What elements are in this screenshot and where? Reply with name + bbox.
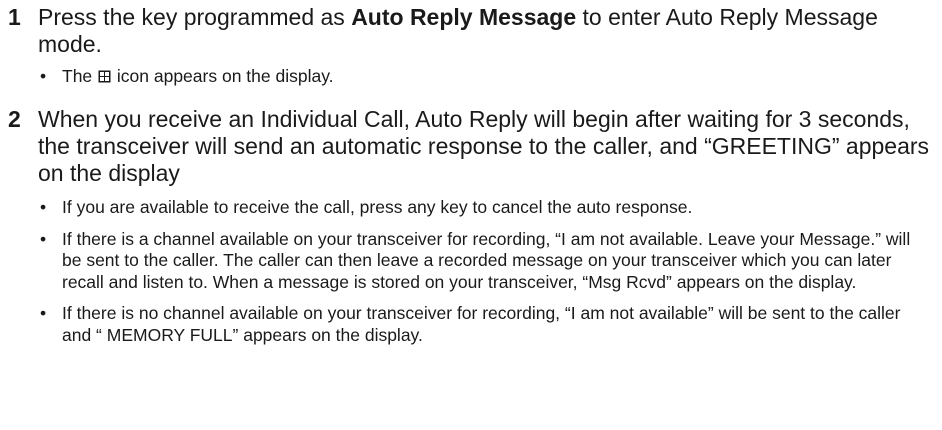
step-2-bullet-text: If there is no channel available on your… <box>62 303 901 345</box>
bullet-dot: • <box>40 303 47 323</box>
step-1-bullet-after: icon appears on the display. <box>112 66 334 86</box>
step-1-number: 1 <box>8 4 21 30</box>
step-2-bullet: • If there is a channel available on your… <box>38 229 934 294</box>
step-1-bullet: • The icon appears on the display. <box>38 66 934 88</box>
step-1-bullet-before: The <box>62 66 98 86</box>
step-2-number: 2 <box>8 106 21 132</box>
step-1-text-before: Press the key programmed as <box>38 4 352 30</box>
step-2-bullet-text: If there is a channel available on your … <box>62 228 911 292</box>
step-1-text: Press the key programmed as Auto Reply M… <box>38 4 934 58</box>
document-page: 1 Press the key programmed as Auto Reply… <box>0 0 942 430</box>
step-2: 2 When you receive an Individual Call, A… <box>8 106 934 187</box>
bullet-dot: • <box>40 197 47 217</box>
step-2-bullet: • If you are available to receive the cal… <box>38 197 934 219</box>
step-1: 1 Press the key programmed as Auto Reply… <box>8 4 934 58</box>
step-1-bullets: • The icon appears on the display. <box>38 66 934 98</box>
bullet-dot: • <box>40 228 47 249</box>
step-2-bullet: • If there is no channel available on you… <box>38 303 934 346</box>
step-2-bullet-text: If you are available to receive the call… <box>62 197 693 217</box>
auto-reply-icon <box>98 70 111 83</box>
step-1-key-name: Auto Reply Message <box>351 4 577 30</box>
step-2-bullets: • If you are available to receive the cal… <box>38 197 934 356</box>
bullet-dot: • <box>40 66 47 86</box>
step-2-text: When you receive an Individual Call, Aut… <box>38 106 930 186</box>
